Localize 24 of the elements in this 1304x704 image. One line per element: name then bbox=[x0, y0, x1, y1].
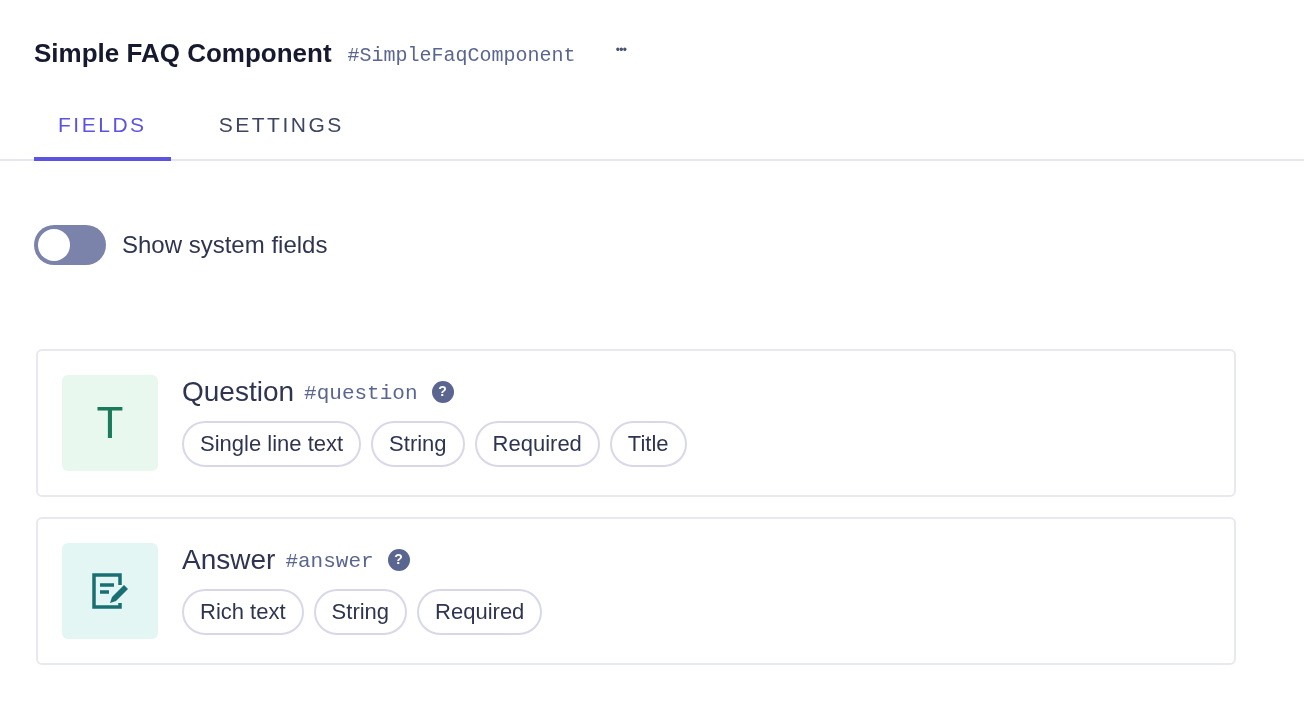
more-button[interactable]: ••• bbox=[615, 40, 627, 59]
rich-text-icon bbox=[62, 542, 158, 639]
tab[interactable]: SETTINGS bbox=[194, 109, 368, 161]
toggle-switch[interactable] bbox=[34, 224, 106, 265]
field-tag: String bbox=[313, 588, 408, 635]
tab[interactable]: FIELDS bbox=[34, 109, 171, 161]
field-card[interactable]: T Question #question ? Single line text String Required Title bbox=[36, 348, 1236, 497]
field-tag: Required bbox=[417, 588, 543, 635]
field-tag: Rich text bbox=[182, 588, 304, 635]
api-id: #SimpleFaqComponent bbox=[347, 42, 576, 69]
field-api-id: #answer bbox=[285, 548, 374, 575]
field-tag: Required bbox=[474, 420, 600, 467]
field-card[interactable]: Answer #answer ? Rich text String Required bbox=[36, 516, 1236, 665]
field-name: Answer bbox=[182, 542, 276, 577]
field-tag: Single line text bbox=[182, 420, 362, 467]
component-title: Simple FAQ Component bbox=[34, 37, 332, 70]
field-tag: Title bbox=[609, 420, 687, 467]
help-icon[interactable]: ? bbox=[387, 548, 410, 571]
text-field-icon: T bbox=[62, 374, 158, 471]
field-api-id: #question bbox=[304, 380, 418, 407]
field-name: Question bbox=[182, 374, 295, 409]
toggle-label: Show system fields bbox=[122, 229, 328, 260]
field-tag: String bbox=[371, 420, 465, 467]
help-icon[interactable]: ? bbox=[431, 380, 454, 403]
